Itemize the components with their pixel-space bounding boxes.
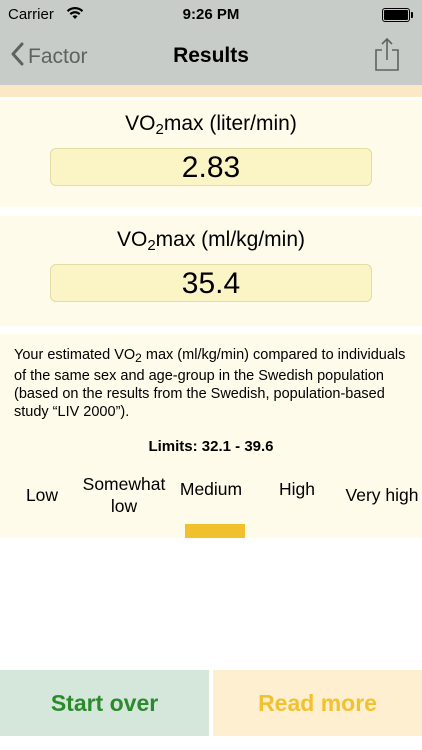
rating-very-high: Very high xyxy=(345,485,419,505)
vo2max-absolute-label: VO2max (liter/min) xyxy=(125,112,297,138)
status-time: 9:26 PM xyxy=(182,6,240,23)
rating-low: Low xyxy=(25,485,59,505)
header-divider xyxy=(0,85,422,97)
vo2max-relative-card: VO2max (ml/kg/min) 35.4 xyxy=(0,216,422,326)
read-more-button[interactable]: Read more xyxy=(213,670,422,736)
vo2max-absolute-card: VO2max (liter/min) 2.83 xyxy=(0,100,422,207)
navigation-bar: Factor Results xyxy=(0,30,422,85)
share-icon xyxy=(374,37,400,76)
limits-label: Limits: 32.1 - 39.6 xyxy=(148,438,274,455)
rating-scale: Low Somewhat low Medium High Very high xyxy=(0,468,422,538)
vo2max-absolute-value: 2.83 xyxy=(50,148,372,186)
status-bar: Carrier 9:26 PM xyxy=(0,0,422,30)
vo2max-relative-label: VO2max (ml/kg/min) xyxy=(116,228,306,254)
page-title: Results xyxy=(173,44,249,67)
start-over-button[interactable]: Start over xyxy=(0,670,209,736)
vo2max-relative-value: 35.4 xyxy=(50,264,372,302)
share-button[interactable] xyxy=(374,36,400,77)
battery-icon xyxy=(382,8,413,22)
rating-high: High xyxy=(279,479,315,499)
rating-medium: Medium xyxy=(179,479,243,499)
rating-indicator xyxy=(185,524,245,538)
comparison-description: Your estimated VO2 max (ml/kg/min) compa… xyxy=(14,347,406,420)
comparison-panel: Your estimated VO2 max (ml/kg/min) compa… xyxy=(0,334,422,538)
rating-somewhat-low: Somewhat low xyxy=(82,474,166,516)
